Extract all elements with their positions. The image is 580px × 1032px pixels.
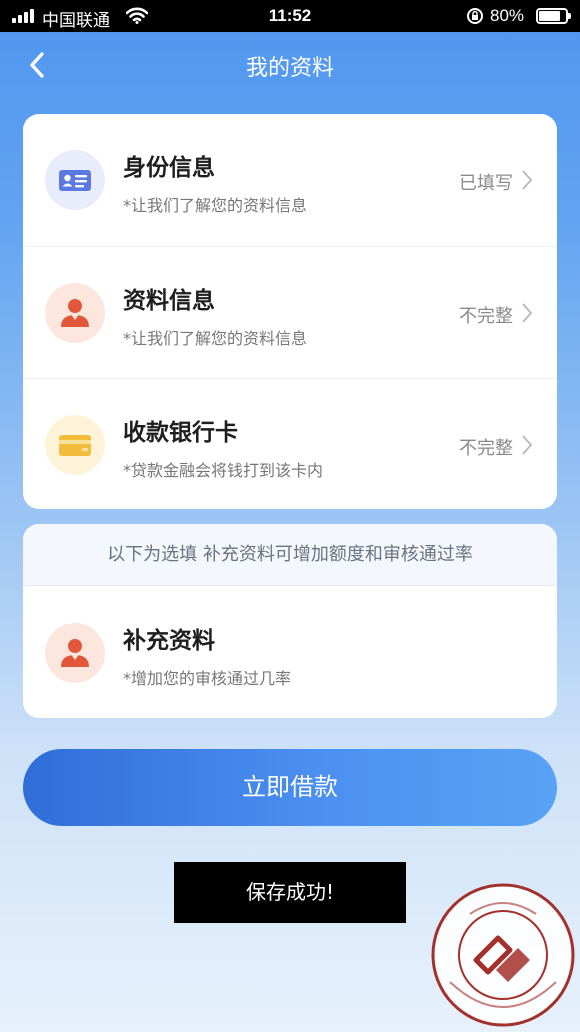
person-icon	[45, 283, 105, 343]
chevron-right-icon	[522, 170, 533, 190]
id-card-icon	[45, 150, 105, 210]
list-item-profile-info[interactable]: 资料信息 *让我们了解您的资料信息 不完整	[23, 246, 557, 377]
item-subtitle: *让我们了解您的资料信息	[123, 329, 308, 348]
borrow-now-button[interactable]: 立即借款	[23, 749, 557, 826]
person-icon	[45, 623, 105, 683]
status-bar: 中国联通 11:52 80%	[0, 0, 580, 32]
item-status: 已填写	[459, 173, 513, 194]
item-subtitle: *增加您的审核通过几率	[123, 669, 292, 688]
battery-level	[539, 11, 560, 21]
chevron-right-icon	[522, 303, 533, 323]
item-title: 身份信息	[123, 155, 215, 181]
optional-card: 以下为选填 补充资料可增加额度和审核通过率 补充资料 *增加您的审核通过几率	[23, 524, 557, 718]
item-status: 不完整	[459, 306, 513, 327]
list-item-bank-card[interactable]: 收款银行卡 *贷款金融会将钱打到该卡内 不完整	[23, 378, 557, 509]
item-title: 收款银行卡	[123, 420, 238, 446]
item-subtitle: *让我们了解您的资料信息	[123, 196, 308, 215]
watermark-logo	[430, 882, 576, 1028]
item-title: 资料信息	[123, 288, 215, 314]
page-title: 我的资料	[245, 56, 334, 81]
optional-header: 以下为选填 补充资料可增加额度和审核通过率	[23, 524, 557, 586]
item-subtitle: *贷款金融会将钱打到该卡内	[123, 461, 324, 480]
battery-icon	[536, 8, 571, 24]
profile-card: 身份信息 *让我们了解您的资料信息 已填写 资料信息 *让我们了解您的资料信息 …	[23, 114, 557, 509]
list-item-identity[interactable]: 身份信息 *让我们了解您的资料信息 已填写	[23, 114, 557, 245]
list-item-supplementary[interactable]: 补充资料 *增加您的审核通过几率	[23, 587, 557, 718]
item-status: 不完整	[459, 438, 513, 459]
battery-percent: 80%	[490, 6, 525, 25]
item-title: 补充资料	[123, 628, 215, 654]
orientation-lock-icon	[466, 7, 484, 30]
toast-message: 保存成功!	[174, 862, 406, 923]
bank-card-icon	[45, 415, 105, 475]
chevron-right-icon	[522, 435, 533, 455]
